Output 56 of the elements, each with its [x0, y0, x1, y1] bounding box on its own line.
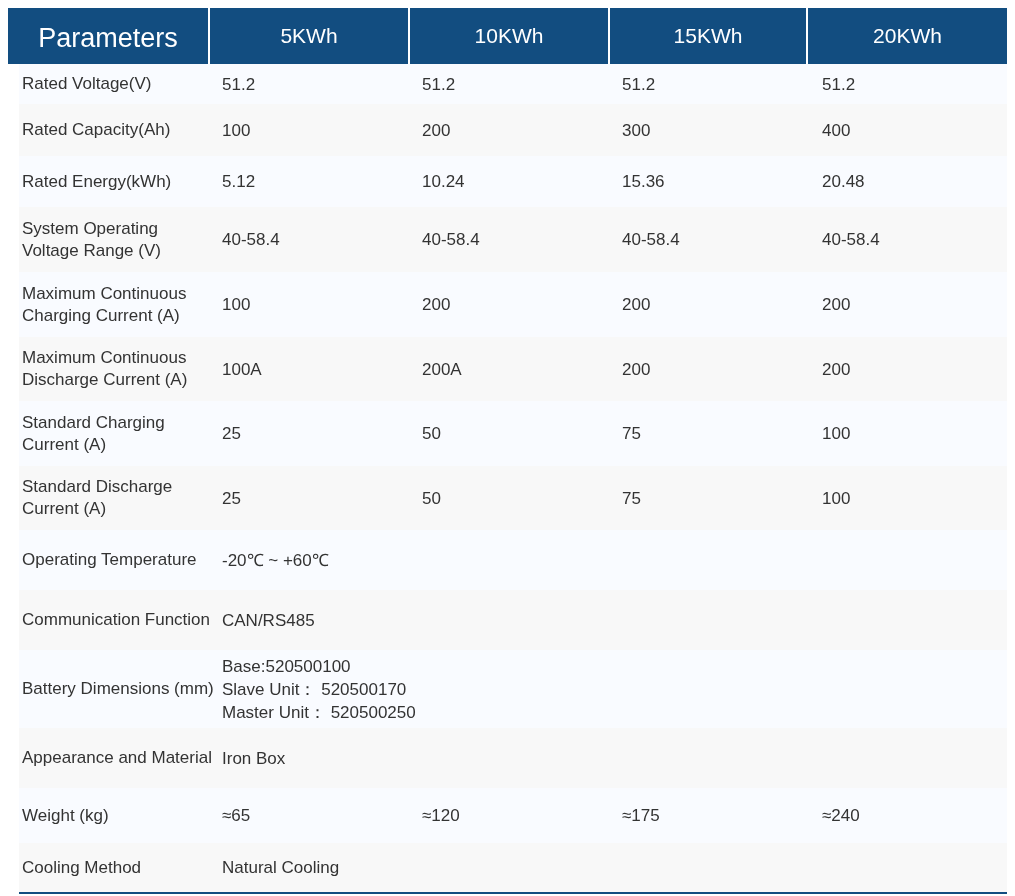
table-cell-text: 200	[621, 358, 652, 381]
table-cell-text: 300	[621, 119, 652, 142]
table-cell-text: 75	[621, 487, 642, 510]
table-cell-text: 200	[421, 119, 452, 142]
table-cell-text: Natural Cooling	[221, 857, 341, 879]
table-cell-text: 40-58.4	[621, 229, 681, 251]
table-cell-text: 20.48	[821, 171, 866, 193]
table-cell-text: 10.24	[421, 171, 466, 193]
table-cell-text: 51.2	[421, 73, 457, 96]
parameter-label: Operating Temperature	[21, 549, 198, 571]
parameter-label: Battery Dimensions (mm)	[21, 678, 215, 700]
table-cell-text: 100	[821, 487, 852, 510]
table-cell-text: 100A	[221, 358, 263, 381]
table-cell-text: ≈175	[621, 805, 661, 827]
table-cell-text: 5.12	[221, 171, 257, 193]
table-cell-text: 40-58.4	[421, 229, 481, 251]
table-cell-text: 25	[221, 423, 242, 445]
table-cell-text: 100	[221, 119, 252, 142]
table-cell-text: 25	[221, 487, 242, 510]
parameter-label: Rated Capacity(Ah)	[21, 119, 172, 141]
table-cell-text: ≈65	[221, 805, 252, 827]
parameter-label: System Operating Voltage Range (V)	[21, 217, 162, 262]
table-cell-text: 15.36	[621, 171, 666, 193]
column-header: Parameters	[37, 21, 179, 55]
parameter-label: Rated Voltage(V)	[21, 73, 153, 95]
table-cell-text: 200	[821, 358, 852, 381]
table-cell-text: 100	[221, 294, 252, 316]
table-cell-text: 50	[421, 423, 442, 445]
parameter-label: Standard Discharge Current (A)	[21, 476, 174, 520]
table-cell-text: 51.2	[621, 73, 657, 96]
parameter-label: Maximum Continuous Charging Current (A)	[21, 282, 188, 327]
table-cell-text: 400	[821, 119, 852, 142]
table-cell-text: Iron Box	[221, 747, 287, 770]
parameter-label: Rated Energy(kWh)	[21, 170, 173, 193]
table-cell-text: ≈240	[821, 805, 861, 827]
table-cell-text: ≈120	[421, 805, 461, 827]
table-cell-text: 200A	[421, 358, 463, 381]
table-cell-text: 51.2	[221, 73, 257, 96]
parameter-label: Communication Function	[21, 609, 212, 631]
table-cell-text: 51.2	[821, 73, 857, 96]
parameter-label: Cooling Method	[21, 856, 143, 879]
parameter-label: Appearance and Material	[21, 747, 213, 769]
parameter-label: Standard Charging Current (A)	[21, 411, 166, 456]
table-cell-text: 50	[421, 487, 442, 510]
table-cell-text: 75	[621, 423, 642, 445]
table-cell-text: 40-58.4	[821, 229, 881, 251]
parameter-label: Weight (kg)	[21, 804, 110, 827]
table-cell-text: 200	[421, 294, 452, 316]
table-cell-text: CAN/RS485	[221, 609, 316, 632]
table-cell-text: 40-58.4	[221, 229, 281, 251]
table-cell-text: 200	[621, 294, 652, 316]
table-cell-text: 200	[821, 294, 852, 316]
parameter-label: Maximum Continuous Discharge Current (A)	[21, 347, 189, 391]
table-cell-text: 100	[821, 423, 852, 445]
table-cell-text: Base:520500100 Slave Unit： 520500170 Master Unit： 520500250	[221, 655, 417, 724]
table-cell-text: -20℃ ~ +60℃	[221, 549, 330, 572]
